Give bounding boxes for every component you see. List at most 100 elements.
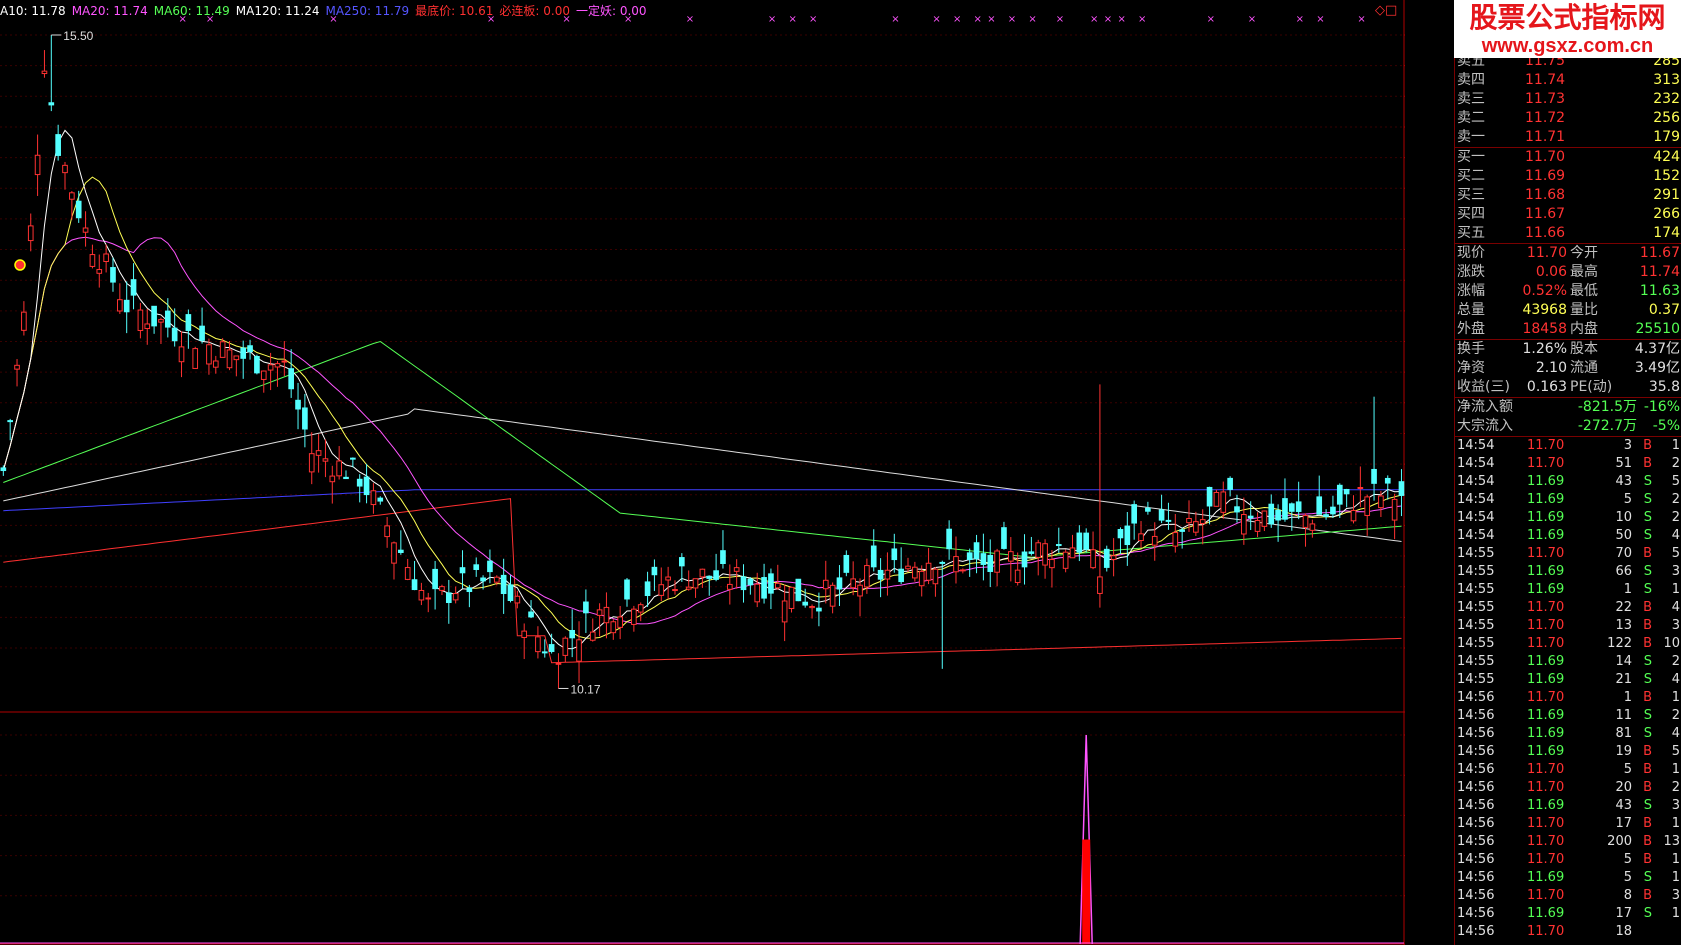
indicator-bar (1082, 839, 1091, 944)
candle-body (1124, 525, 1131, 546)
tick-count: 2 (1671, 510, 1680, 525)
quote-row: 现价 11.70 今开 11.67 (1455, 243, 1681, 263)
candle-body (308, 453, 315, 473)
tick-side: S (1643, 564, 1652, 579)
tick-time: 14:56 (1457, 726, 1495, 741)
candle-body (185, 314, 192, 331)
flow-label: 净流入额 (1457, 399, 1513, 415)
tick-volume: 17 (1615, 906, 1632, 921)
tick-time: 14:56 (1457, 924, 1495, 939)
buy-label: 买四 (1457, 206, 1485, 222)
candle-body (1213, 491, 1220, 507)
tick-time: 14:56 (1457, 744, 1495, 759)
candle-body (164, 310, 171, 328)
tick-price: 11.69 (1527, 510, 1565, 525)
tick-count: 1 (1671, 438, 1680, 453)
candle-body (1220, 491, 1227, 513)
candle-body (41, 70, 48, 75)
tick-side: B (1643, 888, 1652, 903)
candle-body (836, 577, 843, 590)
candle-body (1014, 569, 1021, 584)
sell-volume: 179 (1653, 129, 1680, 145)
tick-side: S (1643, 708, 1652, 723)
quote-row: 大宗流入 -272.7万 -5% (1455, 417, 1681, 436)
buy-price: 11.70 (1525, 149, 1566, 165)
tick-side: B (1643, 834, 1652, 849)
quote-row: 买一 11.70 424 (1455, 147, 1681, 167)
quote-row: 14:56 11.69 5 S 1 (1455, 869, 1681, 887)
candle-body (980, 553, 987, 565)
tick-time: 14:56 (1457, 690, 1495, 705)
candle-body (822, 579, 829, 590)
candle-body (377, 497, 384, 502)
sell-price: 11.73 (1525, 91, 1566, 107)
ma-legend: A10: 11.78 MA20: 11.74 MA60: 11.49 MA120: 1… (0, 3, 653, 19)
candle-body (1076, 532, 1083, 553)
candle-body (809, 606, 815, 609)
candle-body (404, 567, 411, 580)
tick-count: 3 (1671, 618, 1680, 633)
tick-time: 14:56 (1457, 852, 1495, 867)
tick-count: 2 (1671, 780, 1680, 795)
candle-body (171, 327, 178, 342)
candle-body (651, 566, 658, 576)
ma20-line (2, 236, 1402, 625)
candle-body (480, 577, 486, 582)
stat-value: 11.67 (1639, 245, 1680, 261)
candle-body (247, 345, 253, 353)
candle-body (466, 587, 473, 593)
tick-price: 11.69 (1527, 726, 1565, 741)
candle-body (1001, 527, 1007, 549)
quote-row: 14:56 11.69 19 B 5 (1455, 743, 1681, 761)
tick-side: B (1643, 546, 1652, 561)
candle-body (260, 370, 267, 380)
candle-body (432, 568, 438, 590)
candle-body (1282, 498, 1288, 520)
candle-body (1254, 520, 1261, 532)
signal-marker: × (1138, 14, 1146, 25)
buy-volume: 291 (1653, 187, 1680, 203)
sell-label: 卖二 (1457, 110, 1485, 126)
candle-body (631, 608, 637, 625)
quote-row: 14:54 11.69 5 S 2 (1455, 491, 1681, 509)
candle-body (329, 475, 336, 483)
sell-volume: 232 (1653, 91, 1680, 107)
legend-item: MA60: 11.49 (153, 4, 230, 18)
stat-value: 11.63 (1639, 283, 1680, 299)
candle-body (939, 561, 946, 564)
tick-count: 1 (1671, 852, 1680, 867)
flow-value: -821.5万 (1577, 399, 1637, 415)
ma250-line (3, 489, 1402, 512)
candle-body (1227, 477, 1233, 490)
tick-price: 11.69 (1527, 906, 1565, 921)
kline-chart[interactable]: 15.5015.2515.0014.7514.5014.2514.0013.75… (0, 0, 1405, 945)
sell-volume: 256 (1653, 110, 1680, 126)
tick-time: 14:54 (1457, 510, 1495, 525)
candle-body (418, 589, 425, 601)
tick-time: 14:55 (1457, 600, 1495, 615)
sell-price: 11.72 (1525, 110, 1566, 126)
candle-body (925, 562, 932, 581)
kline-chart-area[interactable]: 15.5015.2515.0014.7514.5014.2514.0013.75… (0, 0, 1405, 945)
candle-body (69, 192, 75, 200)
candle-body (1350, 509, 1357, 522)
legend-item: MA20: 11.74 (71, 4, 148, 18)
candle-body (740, 576, 747, 591)
tick-count: 1 (1671, 870, 1680, 885)
candle-body (960, 569, 966, 572)
candle-body (1330, 506, 1336, 515)
tick-volume: 14 (1615, 654, 1632, 669)
candle-body (555, 662, 562, 665)
tick-count: 3 (1671, 888, 1680, 903)
candle-body (1391, 498, 1398, 521)
stat-value: 0.06 (1535, 264, 1567, 280)
stat-value: 11.74 (1639, 264, 1680, 280)
quote-row: 14:55 11.70 70 B 5 (1455, 545, 1681, 563)
tick-time: 14:55 (1457, 672, 1495, 687)
tick-volume: 13 (1615, 618, 1632, 633)
tick-side: B (1643, 456, 1652, 471)
window-icons[interactable]: ◇□ (1375, 3, 1397, 18)
buy-label: 买一 (1457, 149, 1485, 165)
tick-price: 11.70 (1527, 690, 1565, 705)
candle-body (212, 360, 219, 368)
